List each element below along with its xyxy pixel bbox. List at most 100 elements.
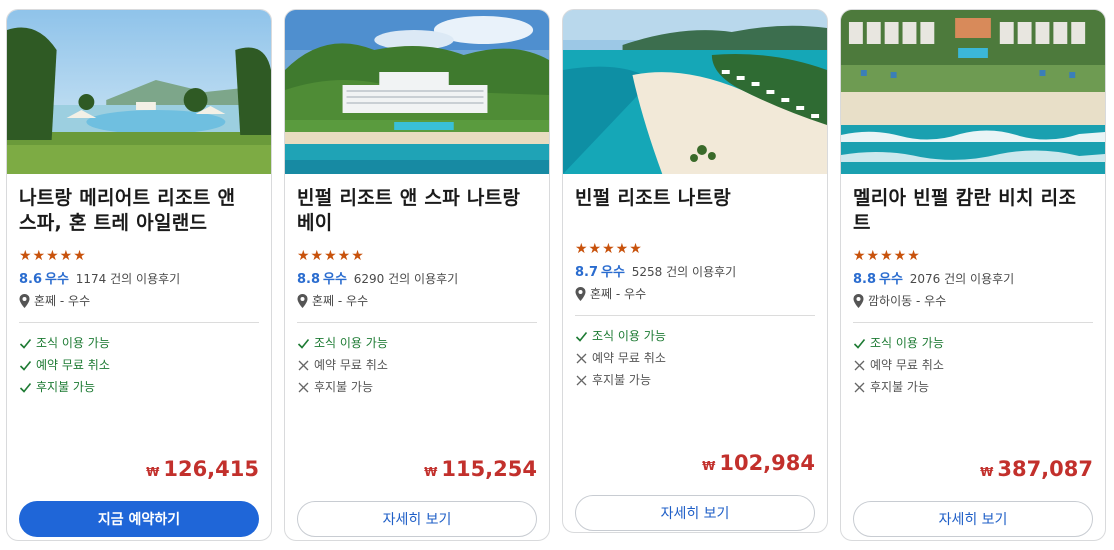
location-label: 혼쩨 - 우수 — [590, 287, 647, 301]
review-rating: 8.8 우수 2076 건의 이용후기 — [853, 271, 1093, 288]
book-now-button[interactable]: 지금 예약하기 — [19, 501, 259, 537]
price: ₩ 387,087 — [980, 457, 1093, 481]
feature-item: 예약 무료 취소 — [19, 354, 259, 376]
cross-icon — [298, 382, 309, 392]
feature-label: 조식 이용 가능 — [36, 336, 110, 350]
feature-label: 후지불 가능 — [314, 380, 374, 394]
hotel-card[interactable]: 빈펄 리조트 앤 스파 나트랑 베이 ★★★★★ 8.8 우수 6290 건의 이… — [284, 9, 550, 541]
check-icon — [19, 382, 32, 393]
hotel-photo[interactable] — [285, 10, 549, 174]
feature-item: 후지불 가능 — [297, 376, 537, 398]
divider — [19, 322, 259, 323]
check-icon — [19, 338, 32, 349]
check-icon — [853, 338, 866, 349]
feature-label: 후지불 가능 — [592, 373, 652, 387]
divider — [575, 315, 815, 316]
cross-icon — [854, 360, 865, 370]
price-value: 102,984 — [719, 451, 815, 475]
rating-score: 8.8 — [853, 272, 877, 287]
rating-grade: 우수 — [323, 272, 347, 287]
price: ₩ 115,254 — [424, 457, 537, 481]
review-count: 5258 — [631, 265, 663, 279]
price-value: 387,087 — [997, 457, 1093, 481]
feature-label: 예약 무료 취소 — [314, 358, 388, 372]
check-icon — [575, 331, 588, 342]
divider — [297, 322, 537, 323]
hotel-card[interactable]: 나트랑 메리어트 리조트 앤 스파, 혼 트레 아일랜드 ★★★★★ 8.6 우수… — [6, 9, 272, 541]
hotel-name[interactable]: 나트랑 메리어트 리조트 앤 스파, 혼 트레 아일랜드 — [19, 186, 259, 236]
currency-symbol: ₩ — [424, 465, 438, 479]
price-value: 115,254 — [441, 457, 537, 481]
cross-icon — [576, 353, 587, 363]
location-label: 깜하이동 - 우수 — [868, 294, 947, 308]
review-count-suffix: 건의 이용후기 — [662, 265, 737, 279]
review-rating: 8.6 우수 1174 건의 이용후기 — [19, 271, 259, 288]
review-count: 1174 — [75, 272, 107, 286]
hotel-card[interactable]: 멜리아 빈펄 캄란 비치 리조트 ★★★★★ 8.8 우수 2076 건의 이용후… — [840, 9, 1106, 541]
cross-icon — [298, 360, 309, 370]
location: 혼쩨 - 우수 — [297, 293, 537, 309]
feature-label: 후지불 가능 — [36, 380, 96, 394]
rating-grade: 우수 — [45, 272, 69, 287]
feature-label: 후지불 가능 — [870, 380, 930, 394]
hotel-name[interactable]: 빈펄 리조트 앤 스파 나트랑 베이 — [297, 186, 537, 236]
rating-grade: 우수 — [601, 265, 625, 280]
view-details-button[interactable]: 자세히 보기 — [297, 501, 537, 537]
review-count: 6290 — [353, 272, 385, 286]
hotel-name[interactable]: 멜리아 빈펄 캄란 비치 리조트 — [853, 186, 1093, 236]
map-pin-icon — [297, 294, 308, 308]
feature-item: 조식 이용 가능 — [19, 332, 259, 354]
rating-score: 8.8 — [297, 272, 321, 287]
view-details-button[interactable]: 자세히 보기 — [853, 501, 1093, 537]
star-rating: ★★★★★ — [575, 241, 643, 257]
review-rating: 8.7 우수 5258 건의 이용후기 — [575, 264, 815, 281]
hotel-photo[interactable] — [841, 10, 1105, 174]
divider — [853, 322, 1093, 323]
check-icon — [297, 338, 310, 349]
map-pin-icon — [575, 287, 586, 301]
star-rating: ★★★★★ — [853, 248, 921, 264]
hotel-photo[interactable] — [7, 10, 271, 174]
rating-grade: 우수 — [879, 272, 903, 287]
map-pin-icon — [853, 294, 864, 308]
review-count-suffix: 건의 이용후기 — [384, 272, 459, 286]
feature-label: 예약 무료 취소 — [36, 358, 110, 372]
hotel-name[interactable]: 빈펄 리조트 나트랑 — [575, 186, 815, 236]
feature-label: 예약 무료 취소 — [592, 351, 666, 365]
rating-score: 8.6 — [19, 272, 43, 287]
currency-symbol: ₩ — [702, 459, 716, 473]
feature-item: 조식 이용 가능 — [575, 325, 815, 347]
view-details-button[interactable]: 자세히 보기 — [575, 495, 815, 531]
review-count-suffix: 건의 이용후기 — [106, 272, 181, 286]
price: ₩ 102,984 — [702, 451, 815, 475]
review-rating: 8.8 우수 6290 건의 이용후기 — [297, 271, 537, 288]
feature-item: 후지불 가능 — [19, 376, 259, 398]
location: 혼쩨 - 우수 — [19, 293, 259, 309]
star-rating: ★★★★★ — [297, 248, 365, 264]
hotel-photo[interactable] — [563, 10, 827, 174]
currency-symbol: ₩ — [980, 465, 994, 479]
location: 혼쩨 - 우수 — [575, 286, 815, 302]
feature-item: 조식 이용 가능 — [297, 332, 537, 354]
feature-label: 예약 무료 취소 — [870, 358, 944, 372]
feature-item: 조식 이용 가능 — [853, 332, 1093, 354]
feature-item: 후지불 가능 — [853, 376, 1093, 398]
review-count-suffix: 건의 이용후기 — [940, 272, 1015, 286]
feature-item: 예약 무료 취소 — [297, 354, 537, 376]
rating-score: 8.7 — [575, 265, 599, 280]
feature-list: 조식 이용 가능 예약 무료 취소 후지불 가능 — [19, 332, 259, 398]
feature-item: 후지불 가능 — [575, 369, 815, 391]
feature-label: 조식 이용 가능 — [870, 336, 944, 350]
hotel-card[interactable]: 빈펄 리조트 나트랑 ★★★★★ 8.7 우수 5258 건의 이용후기 혼쩨 -… — [562, 9, 828, 533]
feature-label: 조식 이용 가능 — [314, 336, 388, 350]
feature-list: 조식 이용 가능 예약 무료 취소 후지불 가능 — [575, 325, 815, 391]
currency-symbol: ₩ — [146, 465, 160, 479]
review-count: 2076 — [909, 272, 941, 286]
location-label: 혼쩨 - 우수 — [34, 294, 91, 308]
feature-item: 예약 무료 취소 — [853, 354, 1093, 376]
feature-item: 예약 무료 취소 — [575, 347, 815, 369]
feature-label: 조식 이용 가능 — [592, 329, 666, 343]
cross-icon — [576, 375, 587, 385]
check-icon — [19, 360, 32, 371]
price: ₩ 126,415 — [146, 457, 259, 481]
